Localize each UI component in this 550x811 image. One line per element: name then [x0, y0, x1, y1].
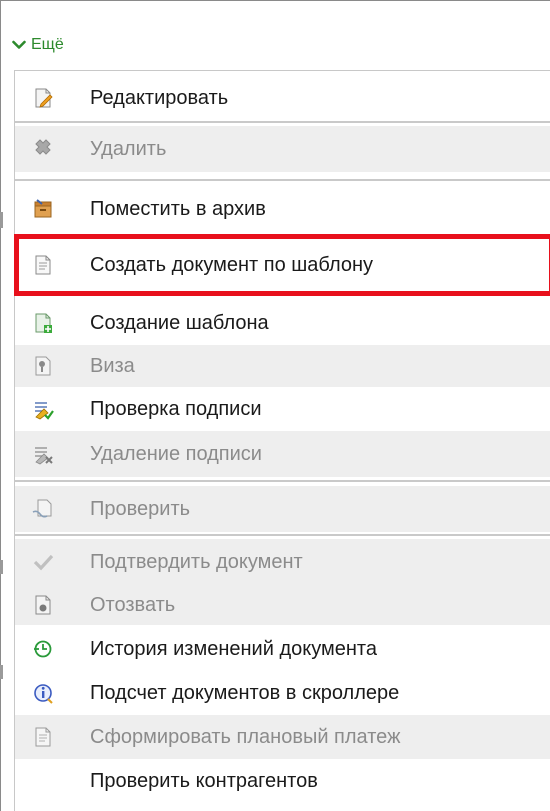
background-edge-mark — [0, 560, 3, 574]
menu-item-label: Создать документ по шаблону — [90, 253, 374, 276]
menu-item-label: Удалить — [90, 137, 167, 160]
signature-check-icon — [30, 396, 56, 422]
menu-item-create-from-template[interactable]: Создать документ по шаблону — [15, 242, 550, 288]
archive-box-icon — [30, 196, 56, 222]
revoke-document-icon — [30, 592, 56, 618]
menu-item-label: Подсчет документов в скроллере — [90, 681, 400, 704]
edit-document-icon — [30, 85, 56, 111]
signature-delete-icon — [30, 441, 56, 467]
delete-x-icon — [30, 136, 56, 162]
menu-item-edit[interactable]: Редактировать — [15, 75, 550, 121]
blank-icon-space — [30, 768, 56, 794]
background-edge-mark — [0, 665, 3, 679]
menu-item-revoke[interactable]: Отозвать — [15, 585, 550, 625]
menu-item-signature-check[interactable]: Проверка подписи — [15, 387, 550, 431]
menu-item-label: Проверка подписи — [90, 397, 262, 420]
history-icon — [30, 636, 56, 662]
menu-item-label: Сформировать плановый платеж — [90, 725, 401, 748]
menu-item-label: Отозвать — [90, 593, 176, 616]
menu-item-label: Редактировать — [90, 86, 229, 109]
background-edge-mark — [0, 212, 3, 228]
menu-separator — [15, 179, 550, 181]
menu-item-create-template[interactable]: Создание шаблона — [15, 301, 550, 345]
menu-separator — [15, 534, 550, 536]
menu-item-delete[interactable]: Удалить — [15, 126, 550, 172]
more-label: Ещё — [31, 36, 64, 53]
menu-item-label: Поместить в архив — [90, 197, 266, 220]
menu-item-confirm-document[interactable]: Подтвердить документ — [15, 539, 550, 585]
menu-item-label: Проверить — [90, 497, 191, 520]
menu-item-label: Создание шаблона — [90, 311, 269, 334]
menu-item-check-counterparties[interactable]: Проверить контрагентов — [15, 759, 550, 803]
payment-document-icon — [30, 724, 56, 750]
menu-item-label: Подтвердить документ — [90, 550, 303, 573]
info-icon — [30, 680, 56, 706]
checkmark-icon — [30, 549, 56, 575]
menu-item-signature-delete[interactable]: Удаление подписи — [15, 431, 550, 477]
menu-item-planned-payment[interactable]: Сформировать плановый платеж — [15, 715, 550, 759]
menu-separator — [15, 121, 550, 123]
menu-item-label: Удаление подписи — [90, 442, 262, 465]
menu-separator — [15, 480, 550, 482]
menu-item-archive[interactable]: Поместить в архив — [15, 186, 550, 232]
menu-item-visa[interactable]: Виза — [15, 345, 550, 387]
menu-item-label: Проверить контрагентов — [90, 769, 318, 792]
document-check-icon — [30, 496, 56, 522]
more-actions-menu: Редактировать Удалить Поместить в архив … — [14, 70, 550, 811]
menu-item-check[interactable]: Проверить — [15, 486, 550, 532]
document-template-icon — [30, 252, 56, 278]
menu-item-count-documents[interactable]: Подсчет документов в скроллере — [15, 671, 550, 715]
chevron-down-icon — [12, 40, 26, 50]
menu-item-label: История изменений документа — [90, 637, 377, 660]
menu-item-change-history[interactable]: История изменений документа — [15, 627, 550, 671]
menu-item-label: Виза — [90, 354, 135, 377]
create-template-icon — [30, 310, 56, 336]
more-button[interactable]: Ещё — [12, 34, 64, 56]
visa-stamp-icon — [30, 353, 56, 379]
